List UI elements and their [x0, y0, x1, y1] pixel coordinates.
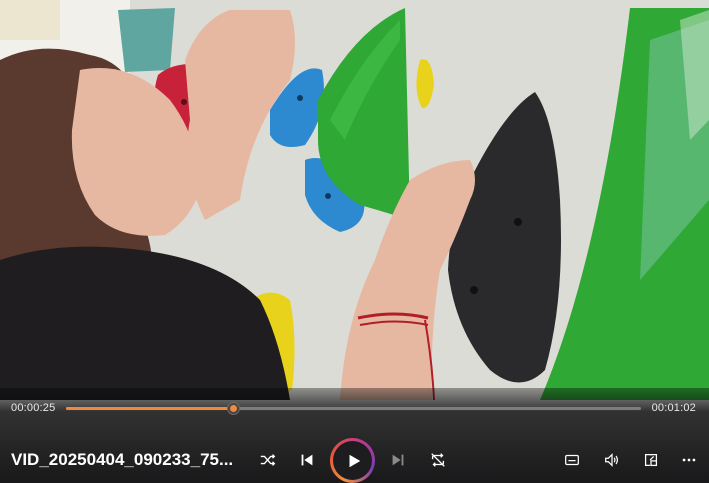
- captions-button[interactable]: [557, 445, 587, 475]
- control-bar: VID_20250404_090233_75...: [0, 438, 709, 483]
- previous-button[interactable]: [292, 445, 322, 475]
- seek-thumb[interactable]: [226, 402, 240, 415]
- volume-button[interactable]: [597, 445, 627, 475]
- seek-bar[interactable]: [66, 402, 641, 415]
- more-icon: [682, 458, 696, 462]
- file-title: VID_20250404_090233_75...: [11, 450, 234, 469]
- more-options-button[interactable]: [674, 445, 704, 475]
- mini-player-icon: [644, 453, 658, 467]
- repeat-button[interactable]: [423, 445, 453, 475]
- play-button[interactable]: [330, 438, 375, 483]
- mini-player-button[interactable]: [636, 445, 666, 475]
- seek-bar-progress: [66, 407, 233, 410]
- play-button-inner: [333, 441, 372, 480]
- repeat-off-icon: [431, 453, 445, 467]
- total-time: 00:01:02: [651, 402, 696, 414]
- timeline: 00:00:25 00:01:02: [0, 396, 709, 422]
- current-time: 00:00:25: [11, 402, 56, 414]
- next-button[interactable]: [383, 445, 413, 475]
- shuffle-icon: [260, 454, 276, 466]
- shuffle-button[interactable]: [253, 445, 283, 475]
- volume-icon: [605, 453, 619, 467]
- previous-icon: [301, 454, 313, 466]
- play-icon: [349, 454, 360, 467]
- next-icon: [392, 454, 404, 466]
- teal-panel: [118, 8, 175, 72]
- captions-icon: [565, 454, 579, 466]
